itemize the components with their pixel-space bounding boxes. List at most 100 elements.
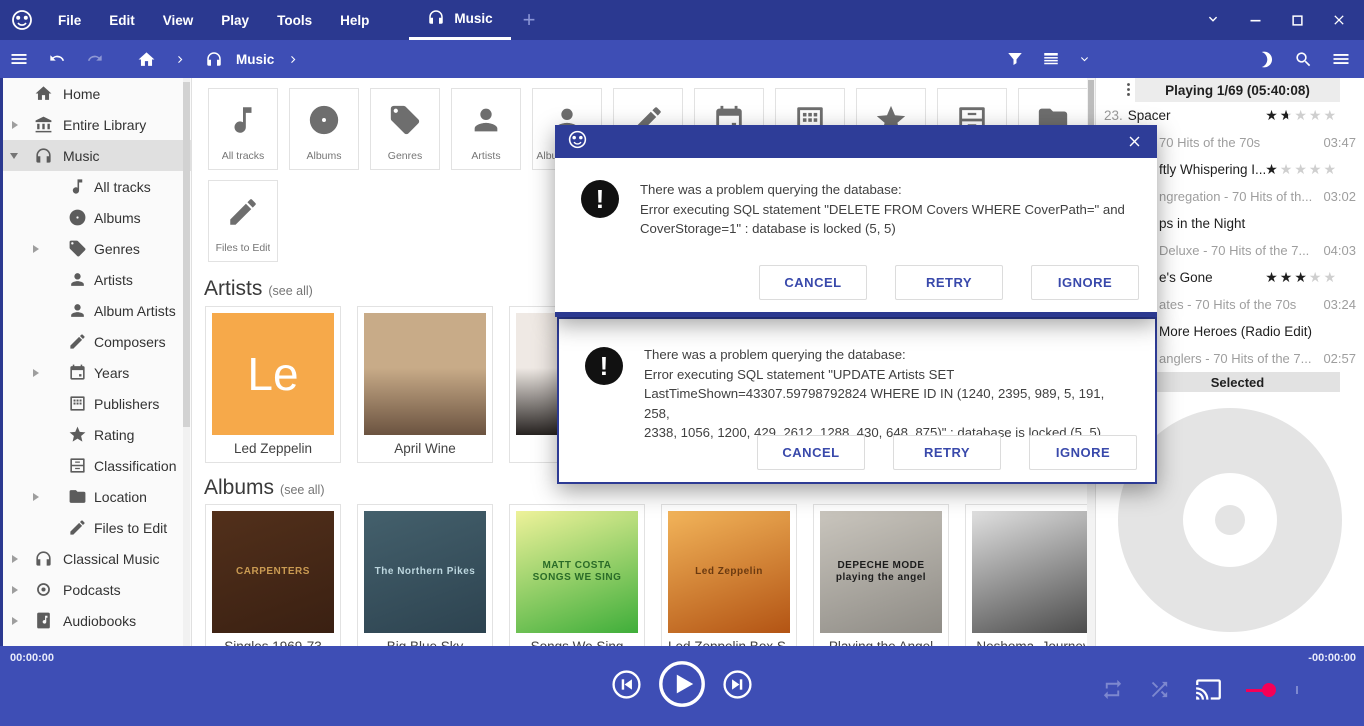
sidebar-item-publishers[interactable]: Publishers (0, 388, 191, 419)
home-icon (137, 50, 156, 69)
track-rating[interactable]: ★★★★★★ (1265, 108, 1338, 122)
close-button[interactable] (1330, 11, 1348, 29)
dialog-close-button[interactable] (1124, 131, 1145, 152)
sidebar-item-album-artists[interactable]: Album Artists (0, 295, 191, 326)
dialog-cancel-button[interactable]: CANCEL (759, 265, 867, 300)
album-card-songs-we-sing[interactable]: MATT COSTA SONGS WE SINGSongs We Sing (509, 504, 645, 646)
artists-see-all-link[interactable]: (see all) (268, 284, 312, 298)
shuffle-button[interactable] (1148, 678, 1171, 701)
view-mode-button[interactable] (1033, 40, 1069, 78)
cast-icon (1195, 676, 1222, 703)
tab-music[interactable]: Music (409, 0, 510, 40)
sidebar-item-genres[interactable]: Genres (0, 233, 191, 264)
sidebar-item-entire-library[interactable]: Entire Library (0, 109, 191, 140)
artist-card-led-zeppelin[interactable]: LeLed Zeppelin (205, 306, 341, 463)
expand-arrow-icon[interactable] (12, 617, 18, 625)
menu-help[interactable]: Help (326, 0, 383, 40)
breadcrumb-music-label[interactable]: Music (232, 52, 278, 67)
disc-icon (307, 103, 341, 137)
expand-arrow-icon[interactable] (12, 555, 18, 563)
new-tab-button[interactable]: + (511, 7, 548, 33)
collapse-ribbon-button[interactable] (1204, 11, 1222, 29)
previous-button[interactable] (611, 669, 642, 700)
breadcrumb-chevron[interactable] (165, 40, 196, 78)
undo-button[interactable] (38, 40, 76, 78)
play-button[interactable] (658, 660, 706, 708)
album-card-playing-the-angel[interactable]: DEPECHE MODE playing the angelPlaying th… (813, 504, 949, 646)
next-button[interactable] (722, 669, 753, 700)
list-view-icon (1042, 50, 1060, 68)
main-menu-button[interactable] (0, 40, 38, 78)
dialog-retry-button[interactable]: RETRY (893, 435, 1001, 470)
note-icon (226, 89, 260, 150)
podcast-icon (34, 580, 53, 599)
sidebar-item-podcasts[interactable]: Podcasts (0, 574, 191, 605)
menu-tools[interactable]: Tools (263, 0, 326, 40)
artist-card-april-wine[interactable]: April Wine (357, 306, 493, 463)
sidebar-item-label: Rating (94, 427, 134, 443)
volume-knob[interactable] (1262, 683, 1276, 697)
sidebar-item-label: Home (63, 86, 100, 102)
album-card-singles-1969-73[interactable]: CARPENTERSSingles 1969-73 (205, 504, 341, 646)
album-card-big-blue-sky[interactable]: The Northern PikesBig Blue Sky (357, 504, 493, 646)
view-mode-dropdown[interactable] (1069, 40, 1100, 78)
sidebar-item-artists[interactable]: Artists (0, 264, 191, 295)
sidebar-item-audiobooks[interactable]: Audiobooks (0, 605, 191, 636)
expand-arrow-icon[interactable] (33, 369, 39, 377)
expand-arrow-icon[interactable] (12, 121, 18, 129)
volume-slider[interactable] (1246, 682, 1304, 698)
sidebar-item-files-to-edit[interactable]: Files to Edit (0, 512, 191, 543)
transport-controls (611, 660, 753, 708)
sidebar-item-location[interactable]: Location (0, 481, 191, 512)
sidebar-item-home[interactable]: Home (0, 78, 191, 109)
breadcrumb-chevron-2[interactable] (278, 40, 309, 78)
redo-button[interactable] (76, 40, 114, 78)
view-tile-artists[interactable]: Artists (451, 88, 521, 170)
filter-button[interactable] (997, 40, 1033, 78)
search-button[interactable] (1285, 40, 1322, 78)
maximize-icon (1290, 13, 1305, 28)
view-tile-files-to-edit[interactable]: Files to Edit (208, 180, 278, 262)
sidebar-item-music[interactable]: Music (0, 140, 191, 171)
minimize-button[interactable] (1246, 11, 1264, 29)
more-menu-button[interactable] (1322, 40, 1360, 78)
dialog-ignore-button[interactable]: IGNORE (1029, 435, 1137, 470)
menu-file[interactable]: File (44, 0, 95, 40)
view-tile-genres[interactable]: Genres (370, 88, 440, 170)
sidebar-scrollbar[interactable] (183, 78, 190, 646)
disc-icon (307, 89, 341, 150)
track-rating[interactable]: ★★★★★ (1265, 270, 1338, 284)
album-card-led-zeppelin-box-s-[interactable]: Led ZeppelinLed Zeppelin Box S... (661, 504, 797, 646)
collapse-arrow-icon[interactable] (10, 153, 18, 159)
dialog-cancel-button[interactable]: CANCEL (757, 435, 865, 470)
dialog-ignore-button[interactable]: IGNORE (1031, 265, 1139, 300)
expand-arrow-icon[interactable] (33, 493, 39, 501)
expand-arrow-icon[interactable] (33, 245, 39, 253)
sidebar-item-years[interactable]: Years (0, 357, 191, 388)
sleep-timer-button[interactable] (1248, 40, 1285, 78)
dialog-retry-button[interactable]: RETRY (895, 265, 1003, 300)
expand-arrow-icon[interactable] (12, 586, 18, 594)
maximize-button[interactable] (1288, 11, 1306, 29)
menu-view[interactable]: View (149, 0, 208, 40)
cast-button[interactable] (1195, 676, 1222, 703)
sidebar-item-all-tracks[interactable]: All tracks (0, 171, 191, 202)
breadcrumb-home[interactable] (128, 40, 165, 78)
sidebar-item-rating[interactable]: Rating (0, 419, 191, 450)
tile-label: Artists (471, 150, 500, 162)
menu-edit[interactable]: Edit (95, 0, 149, 40)
albums-see-all-link[interactable]: (see all) (280, 483, 324, 497)
repeat-button[interactable] (1101, 678, 1124, 701)
sidebar-item-albums[interactable]: Albums (0, 202, 191, 233)
track-rating[interactable]: ★★★★★ (1265, 162, 1338, 176)
album-card-neshoma-journey[interactable]: Neshoma, Journey (965, 504, 1094, 646)
menu-play[interactable]: Play (207, 0, 263, 40)
now-playing-header-label[interactable]: Playing 1/69 (05:40:08) (1135, 78, 1340, 102)
view-tile-albums[interactable]: Albums (289, 88, 359, 170)
sidebar-item-composers[interactable]: Composers (0, 326, 191, 357)
sidebar-scrollbar-thumb[interactable] (183, 82, 190, 427)
view-tile-all-tracks[interactable]: All tracks (208, 88, 278, 170)
star-empty-icon: ★ (1309, 269, 1324, 285)
sidebar-item-classical-music[interactable]: Classical Music (0, 543, 191, 574)
sidebar-item-classification[interactable]: Classification (0, 450, 191, 481)
